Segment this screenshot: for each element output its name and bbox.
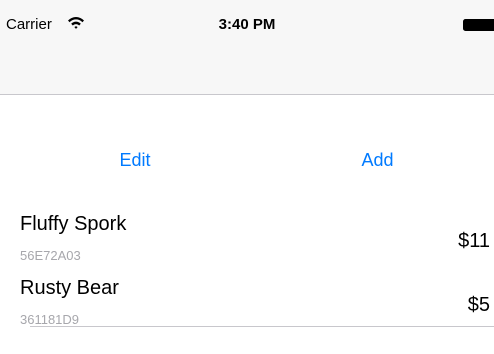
row-separator bbox=[30, 326, 494, 327]
app-screen: Carrier 3:40 PM Edit Add Fluffy Spork 56… bbox=[0, 0, 494, 354]
battery-icon bbox=[463, 19, 494, 31]
item-price: $5 bbox=[467, 294, 490, 316]
status-bar: Carrier 3:40 PM bbox=[0, 0, 494, 40]
table-row[interactable]: Rusty Bear 361181D9 $5 bbox=[0, 275, 494, 338]
item-name: Fluffy Spork bbox=[20, 213, 127, 235]
navigation-bar: Carrier 3:40 PM bbox=[0, 0, 494, 95]
edit-button[interactable]: Edit bbox=[110, 148, 160, 172]
item-serial: 56E72A03 bbox=[20, 248, 81, 263]
item-name: Rusty Bear bbox=[20, 277, 119, 299]
table-row[interactable]: Fluffy Spork 56E72A03 $11 bbox=[0, 211, 494, 274]
add-button[interactable]: Add bbox=[350, 148, 405, 172]
status-time: 3:40 PM bbox=[218, 16, 276, 33]
item-price: $11 bbox=[458, 230, 490, 252]
